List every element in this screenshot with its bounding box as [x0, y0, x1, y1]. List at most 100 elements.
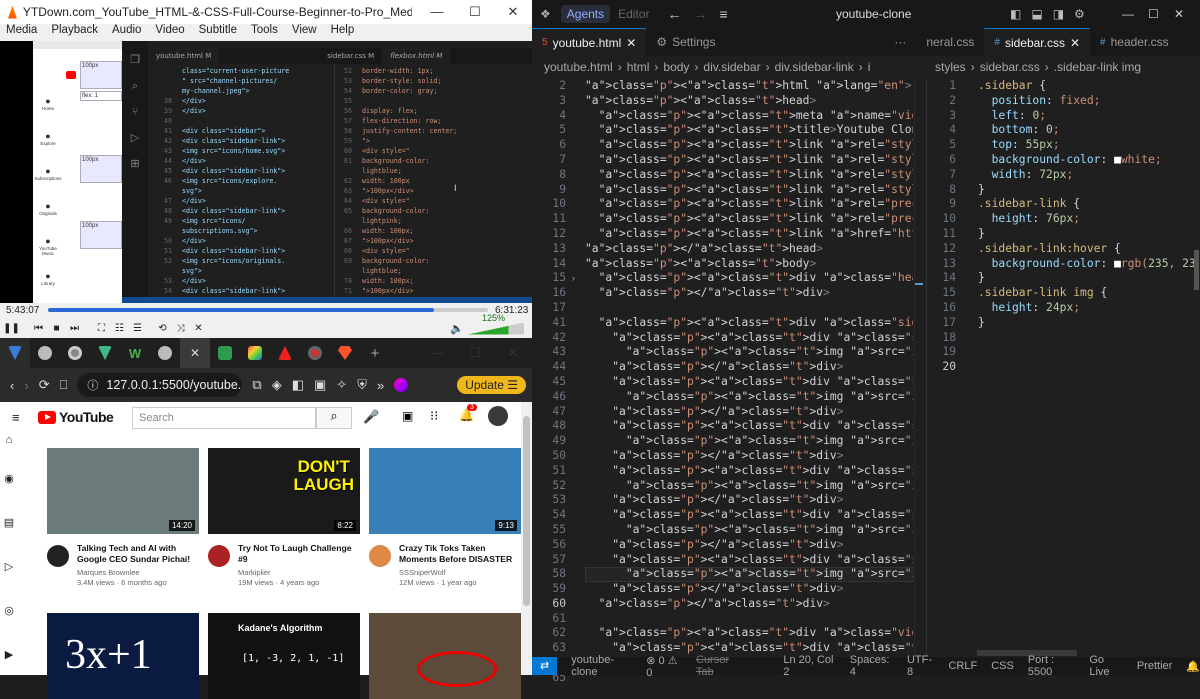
- tab-multicolor[interactable]: [240, 338, 270, 368]
- crumb-html[interactable]: html: [627, 60, 650, 74]
- leo-icon[interactable]: ◈: [272, 377, 282, 393]
- fullscreen-button[interactable]: ⛶: [94, 321, 109, 335]
- remote-indicator-icon[interactable]: ⇄: [532, 657, 558, 675]
- crumb-div-sidebar[interactable]: div.sidebar: [703, 60, 760, 74]
- reload-icon[interactable]: ⟳: [39, 377, 50, 393]
- channel-avatar[interactable]: [208, 545, 230, 567]
- explore-icon[interactable]: ◉: [2, 472, 16, 486]
- menu-tools[interactable]: Tools: [251, 24, 278, 41]
- stop-button[interactable]: ■: [49, 321, 64, 335]
- crumb-styles[interactable]: styles: [935, 60, 966, 74]
- channel-avatar[interactable]: [369, 545, 391, 567]
- close-button[interactable]: ✕: [494, 4, 532, 20]
- settings-gear-icon[interactable]: ⚙: [1074, 7, 1085, 21]
- shuffle-button[interactable]: ⤨: [173, 321, 188, 335]
- vscode-close-button[interactable]: ✕: [1174, 7, 1200, 21]
- hamburger-icon[interactable]: ≡: [12, 410, 20, 425]
- wallet-icon[interactable]: ▣: [314, 377, 326, 393]
- upload-icon[interactable]: ▣: [402, 409, 413, 423]
- tab-s[interactable]: [210, 338, 240, 368]
- playlist-button[interactable]: ☰: [130, 321, 145, 335]
- channel-avatar[interactable]: [47, 545, 69, 567]
- search-button[interactable]: ⌕: [316, 407, 352, 429]
- tab-chrome[interactable]: [60, 338, 90, 368]
- status-spaces[interactable]: Spaces: 4: [850, 654, 893, 678]
- video-thumbnail[interactable]: 9:13: [369, 448, 521, 534]
- menu-help[interactable]: Help: [331, 24, 355, 41]
- css-editor-scrollbar[interactable]: [1194, 250, 1199, 290]
- back-arrow-icon[interactable]: ←: [667, 6, 681, 22]
- new-tab-button[interactable]: +: [360, 338, 390, 368]
- maximize-button[interactable]: ☐: [456, 4, 494, 20]
- menu-media[interactable]: Media: [6, 24, 37, 41]
- more-chevrons-icon[interactable]: »: [377, 378, 384, 393]
- status-language[interactable]: CSS: [991, 660, 1014, 672]
- random-button[interactable]: ✕: [191, 321, 206, 335]
- html-editor[interactable]: "a">class="p"><"a">class="t">html "a">la…: [585, 79, 913, 654]
- crumb-css-file[interactable]: sidebar.css: [980, 60, 1040, 74]
- tab-header-css[interactable]: # header.css: [1090, 28, 1179, 56]
- notifications-bell-icon[interactable]: 🔔: [1186, 660, 1200, 673]
- crumb-div-sidebar-link[interactable]: div.sidebar-link: [775, 60, 854, 74]
- tab-globe-1[interactable]: [30, 338, 60, 368]
- toggle-secondary-icon[interactable]: ◨: [1053, 7, 1064, 21]
- video-title[interactable]: Crazy Tik Toks Taken Moments Before DISA…: [399, 543, 523, 565]
- update-button[interactable]: Update ☰: [457, 376, 526, 394]
- video-frame[interactable]: ● Home ● Explore ● Subscriptions ● Originals ● Yo…: [0, 41, 532, 303]
- forward-icon[interactable]: ›: [24, 378, 28, 393]
- loop-button[interactable]: ⟲: [155, 321, 170, 335]
- agents-toggle[interactable]: Agents: [560, 5, 611, 23]
- tab-vpn[interactable]: [0, 338, 30, 368]
- sidebar-toggle-icon[interactable]: ◧: [292, 377, 304, 393]
- toggle-panel-icon[interactable]: ⬓: [1031, 7, 1042, 21]
- status-golive[interactable]: Go Live: [1089, 654, 1122, 678]
- apps-icon[interactable]: ⁝⁝: [430, 408, 438, 424]
- profile-icon[interactable]: [394, 378, 409, 392]
- status-prettier[interactable]: Prettier: [1137, 660, 1172, 672]
- video-thumbnail[interactable]: Kadane's Algorithm [1, -3, 2, 1, -1]: [208, 613, 360, 699]
- fold-chevron-icon[interactable]: ›: [572, 271, 582, 286]
- vscode-maximize-button[interactable]: ☐: [1148, 7, 1174, 21]
- video-thumbnail[interactable]: DON'T LAUGH 8:22: [208, 448, 360, 534]
- originals-icon[interactable]: ▷: [2, 560, 16, 574]
- crumb-img[interactable]: i: [868, 60, 871, 74]
- tab-adobe[interactable]: [270, 338, 300, 368]
- tab-record[interactable]: [300, 338, 330, 368]
- forward-arrow-icon[interactable]: →: [693, 6, 707, 22]
- speaker-icon[interactable]: 🔈: [450, 322, 464, 335]
- extended-settings-button[interactable]: ☷: [112, 321, 127, 335]
- volume-control[interactable]: 🔈 125%: [450, 313, 524, 335]
- tab-w[interactable]: W: [120, 338, 150, 368]
- pause-button[interactable]: ❚❚: [3, 321, 20, 335]
- close-icon[interactable]: ✕: [626, 36, 636, 50]
- video-channel[interactable]: Marques Brownlee: [77, 568, 197, 578]
- menu-playback[interactable]: Playback: [51, 24, 98, 41]
- html-editor-scrollbar[interactable]: [914, 79, 926, 655]
- volume-slider[interactable]: [468, 322, 524, 335]
- tab-general-css[interactable]: neral.css: [916, 28, 984, 56]
- vscode-minimize-button[interactable]: —: [1122, 7, 1148, 21]
- browser-minimize-button[interactable]: —: [418, 345, 456, 361]
- youtube-music-icon[interactable]: ◎: [2, 604, 16, 618]
- menu-video[interactable]: Video: [155, 24, 184, 41]
- video-channel[interactable]: Markiplier: [238, 568, 358, 578]
- overflow-icon[interactable]: ···: [836, 28, 916, 56]
- seek-bar[interactable]: [48, 308, 488, 312]
- status-cursor-tab[interactable]: Cursor Tab: [696, 654, 743, 678]
- crumb-file[interactable]: youtube.html: [544, 60, 613, 74]
- close-icon[interactable]: ✕: [1070, 36, 1080, 50]
- minimize-button[interactable]: —: [418, 4, 456, 20]
- menu-subtitle[interactable]: Subtitle: [199, 24, 237, 41]
- video-thumbnail[interactable]: 3x+1: [47, 613, 199, 699]
- next-button[interactable]: ⏭: [67, 321, 82, 335]
- ai-icon[interactable]: ✧: [336, 377, 347, 393]
- status-branch[interactable]: youtube-clone: [571, 654, 632, 678]
- subscriptions-icon[interactable]: ▤: [2, 516, 16, 530]
- editor-toggle[interactable]: Editor: [618, 7, 649, 21]
- tab-globe-2[interactable]: [150, 338, 180, 368]
- status-encoding[interactable]: UTF-8: [907, 654, 935, 678]
- crumb-selector[interactable]: .sidebar-link img: [1054, 60, 1141, 74]
- video-thumbnail[interactable]: 14:20: [47, 448, 199, 534]
- voice-search-icon[interactable]: 🎤: [363, 409, 379, 425]
- menu-audio[interactable]: Audio: [112, 24, 141, 41]
